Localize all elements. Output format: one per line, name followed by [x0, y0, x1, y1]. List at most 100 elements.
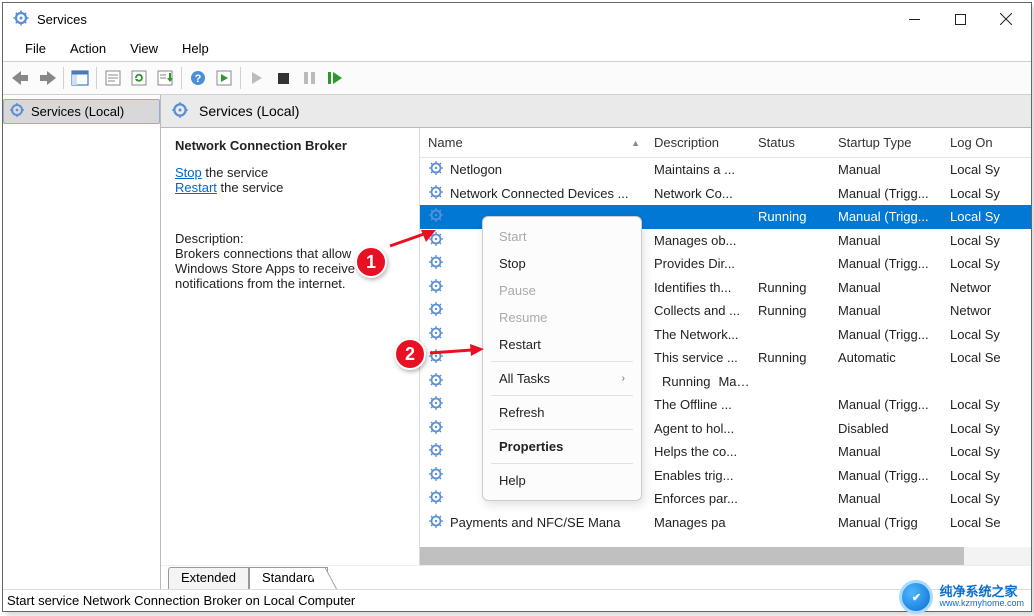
watermark-en: www.kzmyhome.com [939, 599, 1024, 608]
gear-icon [428, 372, 444, 391]
service-desc: Enables trig... [646, 468, 750, 483]
show-hide-button[interactable] [68, 66, 92, 90]
service-row[interactable]: Payments and NFC/SE ManaManages paManual… [420, 511, 1031, 535]
description-label: Description: [175, 231, 405, 246]
stop-link[interactable]: Stop [175, 165, 202, 180]
pause-button[interactable] [297, 66, 321, 90]
gear-icon [428, 207, 444, 226]
service-status: Running [750, 350, 830, 365]
service-row[interactable]: Network Connected Devices ...Network Co.… [420, 182, 1031, 206]
stop-button[interactable] [271, 66, 295, 90]
gear-icon [428, 395, 444, 414]
annotation-2: 2 [394, 338, 426, 370]
scrollbar-thumb[interactable] [420, 547, 964, 565]
col-logon[interactable]: Log On [942, 135, 1002, 150]
service-desc: Helps the co... [646, 444, 750, 459]
menu-view[interactable]: View [120, 39, 168, 58]
ctx-all-tasks[interactable]: All Tasks› [483, 365, 641, 392]
annotation-1: 1 [355, 246, 387, 278]
forward-button[interactable] [35, 66, 59, 90]
minimize-button[interactable] [891, 3, 937, 35]
maximize-button[interactable] [937, 3, 983, 35]
service-startup: Manual (Trigg... [830, 256, 942, 271]
service-startup: Manual (Trigg... [830, 209, 942, 224]
service-logon: Local Sy [942, 421, 1002, 436]
col-startup[interactable]: Startup Type [830, 135, 942, 150]
service-row[interactable]: NetlogonMaintains a ...ManualLocal Sy [420, 158, 1031, 182]
service-name-cell: Network Connected Devices ... [420, 184, 646, 203]
watermark: ✔ 纯净系统之家 www.kzmyhome.com [899, 580, 1024, 614]
help-button[interactable]: ? [186, 66, 210, 90]
detail-title: Network Connection Broker [175, 138, 405, 153]
ctx-separator [491, 429, 633, 430]
service-logon: Local Sy [942, 468, 1002, 483]
properties-button[interactable] [101, 66, 125, 90]
services-icon [171, 101, 189, 122]
watermark-logo-icon: ✔ [899, 580, 933, 614]
service-desc: Identifies th... [646, 280, 750, 295]
menu-help[interactable]: Help [172, 39, 219, 58]
menu-action[interactable]: Action [60, 39, 116, 58]
gear-icon [428, 442, 444, 461]
stop-suffix: the service [202, 165, 268, 180]
service-desc: Provides Dir... [646, 256, 750, 271]
ctx-separator [491, 361, 633, 362]
ctx-help[interactable]: Help [483, 467, 641, 494]
col-name[interactable]: Name▲ [420, 135, 646, 150]
service-logon: Local Sy [942, 397, 1002, 412]
export-button[interactable] [153, 66, 177, 90]
restart-button[interactable] [323, 66, 347, 90]
gear-icon [428, 160, 444, 179]
services-icon [9, 102, 25, 121]
play-button[interactable] [245, 66, 269, 90]
menubar: File Action View Help [3, 35, 1031, 61]
service-desc: Manages ob... [646, 233, 750, 248]
sort-indicator-icon: ▲ [631, 138, 640, 148]
service-logon: Local Sy [942, 444, 1002, 459]
gear-icon [428, 325, 444, 344]
ctx-restart[interactable]: Restart [483, 331, 641, 358]
gear-icon [428, 184, 444, 203]
gear-icon [428, 278, 444, 297]
service-status: Running [654, 374, 710, 389]
service-desc: Maintains a ... [646, 162, 750, 177]
service-startup: Manual (Trigg [830, 515, 942, 530]
tree-item-label: Services (Local) [31, 104, 124, 119]
ctx-start: Start [483, 223, 641, 250]
service-startup: Manual [830, 491, 942, 506]
services-icon [13, 10, 29, 29]
service-logon: Local Sy [942, 209, 1002, 224]
statusbar-text: Start service Network Connection Broker … [7, 593, 355, 608]
restart-link[interactable]: Restart [175, 180, 217, 195]
service-name-cell: Netlogon [420, 160, 646, 179]
service-desc: Agent to hol... [646, 421, 750, 436]
service-desc: Enforces par... [646, 491, 750, 506]
gear-icon [428, 419, 444, 438]
service-logon: Local Sy [942, 327, 1002, 342]
start-service-button[interactable] [212, 66, 236, 90]
service-desc: This service ... [646, 350, 750, 365]
ctx-stop[interactable]: Stop [483, 250, 641, 277]
annotation-arrow-2 [428, 342, 484, 360]
tree-item-services-local[interactable]: Services (Local) [3, 99, 160, 124]
horizontal-scrollbar[interactable] [420, 547, 1031, 565]
service-startup: Manual (Trigg... [830, 186, 942, 201]
col-status[interactable]: Status [750, 135, 830, 150]
gear-icon [428, 489, 444, 508]
back-button[interactable] [9, 66, 33, 90]
ctx-resume: Resume [483, 304, 641, 331]
ctx-refresh[interactable]: Refresh [483, 399, 641, 426]
tab-extended[interactable]: Extended [168, 567, 249, 589]
chevron-right-icon: › [622, 373, 625, 384]
refresh-button[interactable] [127, 66, 151, 90]
menu-file[interactable]: File [15, 39, 56, 58]
service-desc: RunningManualLocal Sy [646, 374, 750, 389]
col-description[interactable]: Description [646, 135, 750, 150]
watermark-cn: 纯净系统之家 [939, 585, 1024, 599]
service-name: Payments and NFC/SE Mana [450, 515, 621, 530]
close-button[interactable] [983, 3, 1029, 35]
service-desc: Collects and ... [646, 303, 750, 318]
ctx-separator [491, 463, 633, 464]
ctx-properties[interactable]: Properties [483, 433, 641, 460]
ctx-separator [491, 395, 633, 396]
